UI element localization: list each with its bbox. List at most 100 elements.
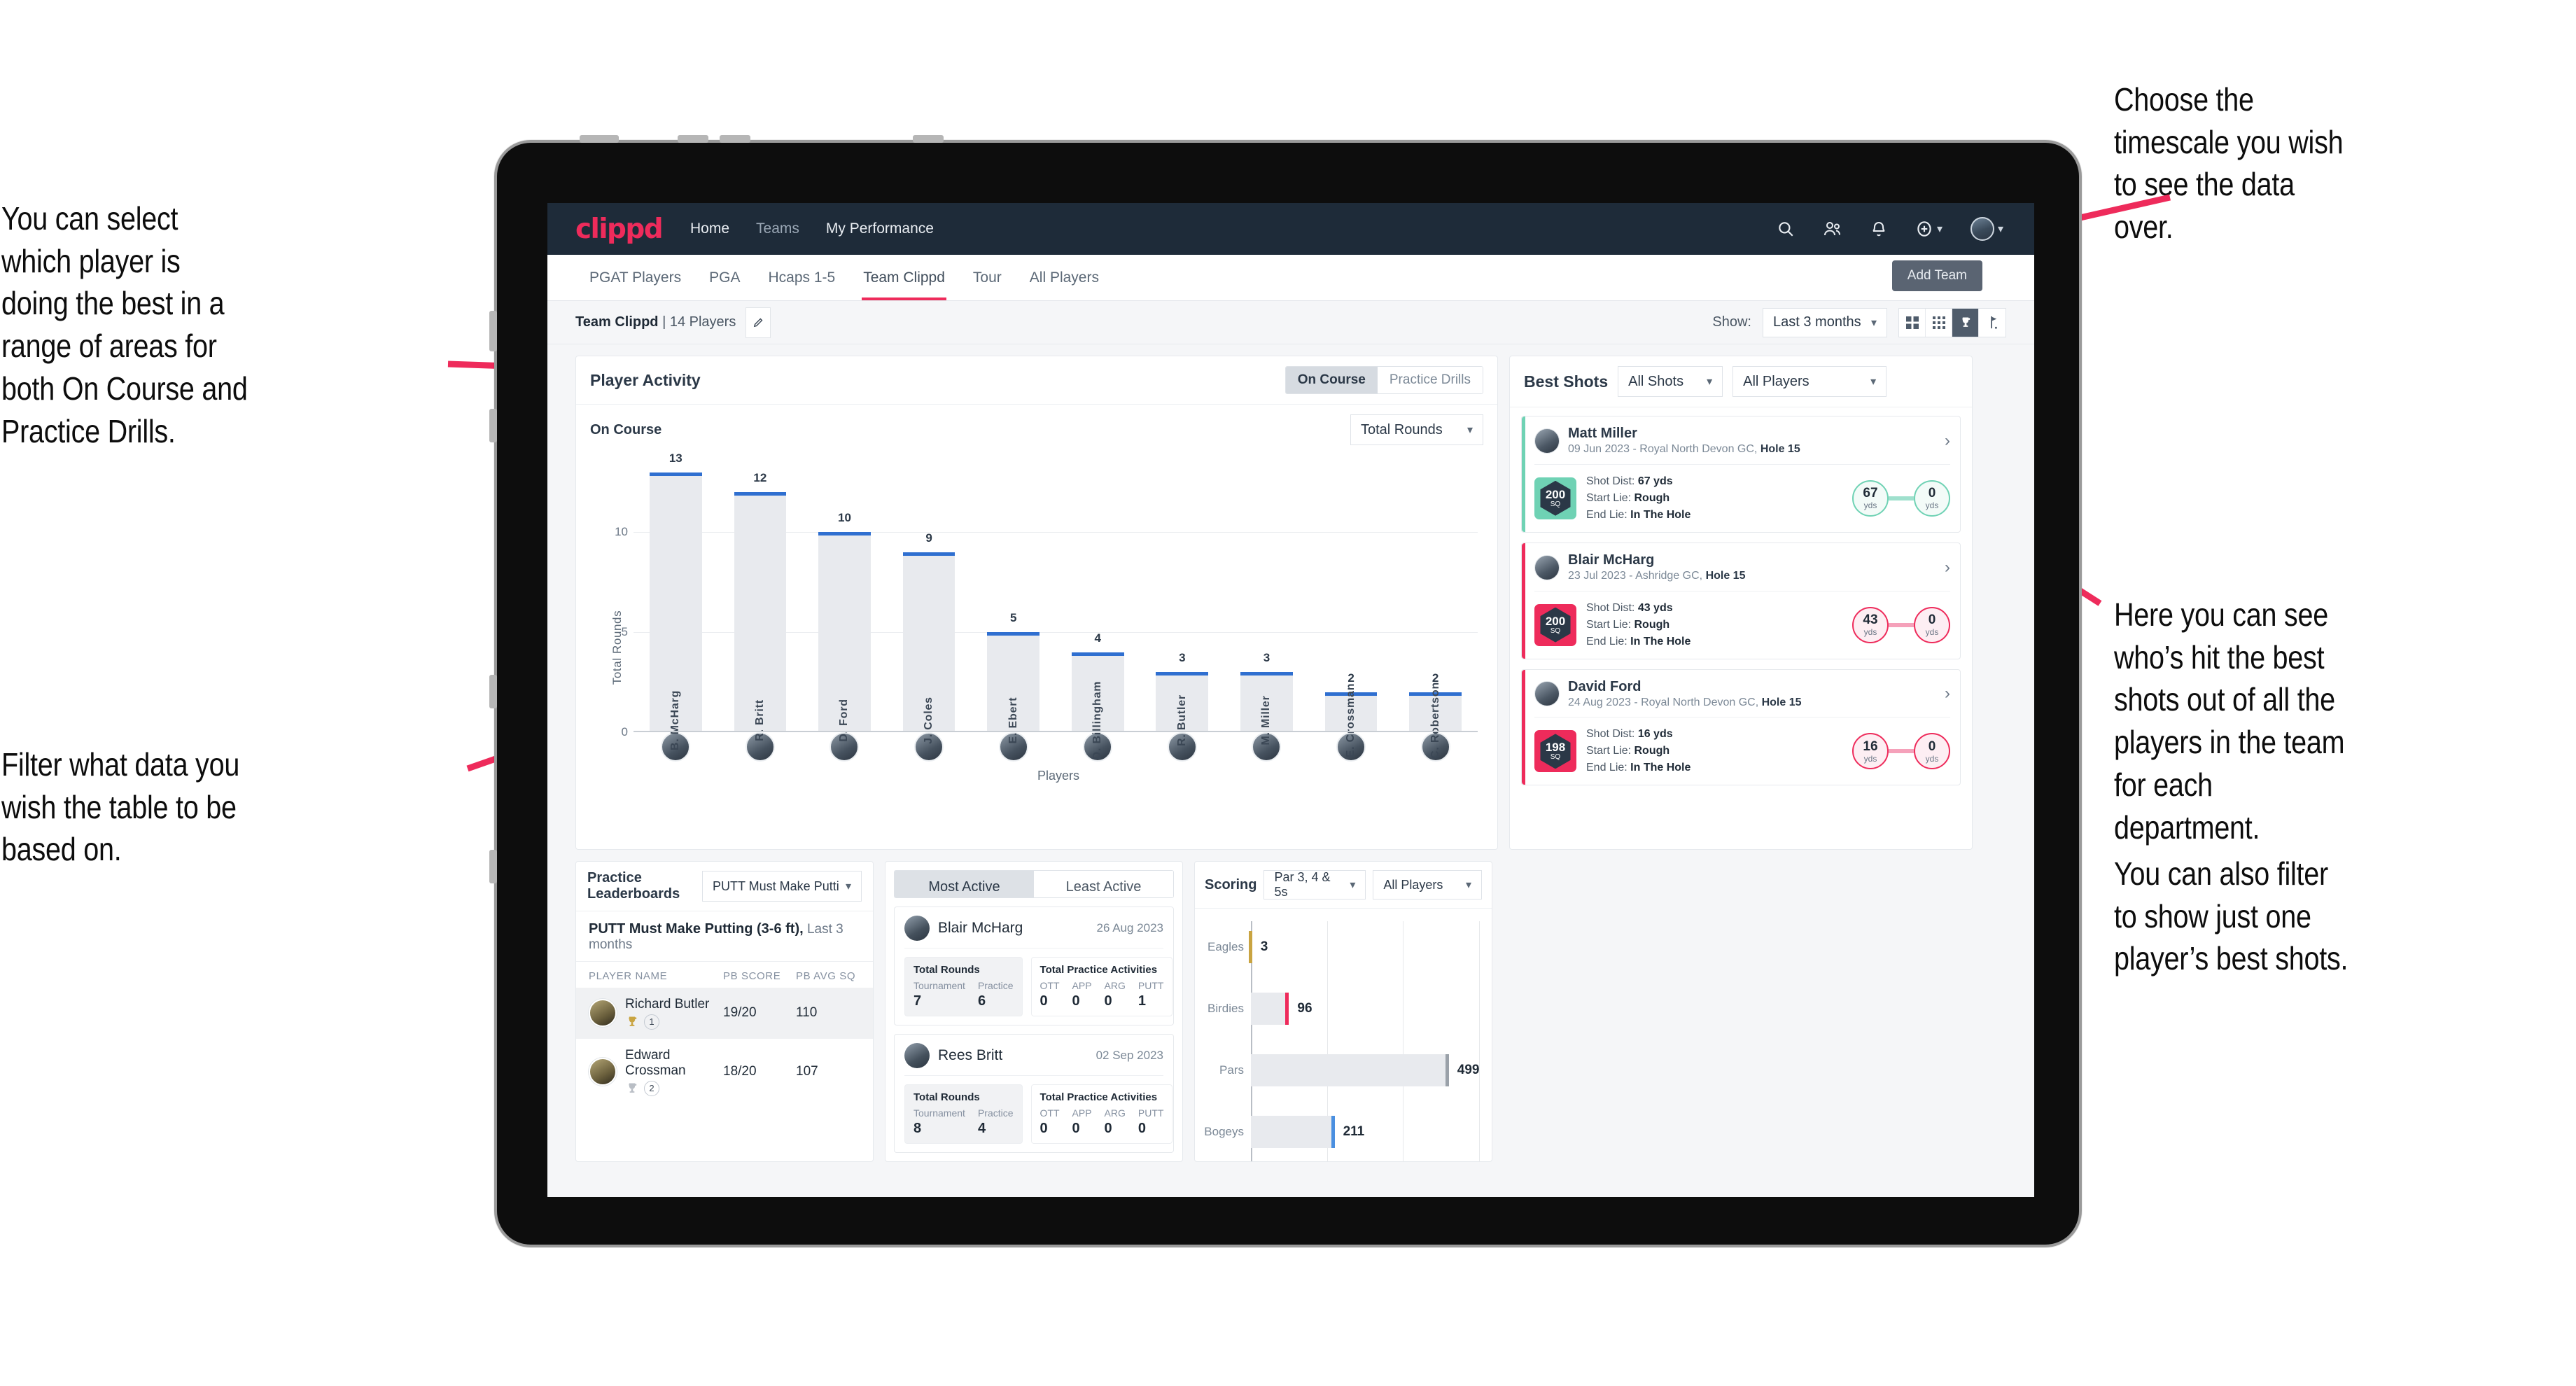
subbar-right: Show: Last 3 months ▾ [1712,307,2006,337]
avatar [1534,554,1560,580]
plus-circle-icon[interactable]: ▾ [1915,219,1942,239]
chevron-down-icon: ▾ [1466,424,1473,436]
player-name: David Ford [1568,678,1642,694]
side-button-4[interactable] [489,850,497,883]
bar-column[interactable]: 9 J. Coles [887,452,972,744]
timescale-select[interactable]: Last 3 months ▾ [1763,307,1887,337]
bar-column[interactable]: 12 R. Britt [718,452,803,741]
avatar[interactable]: ▾ [1970,217,2003,241]
shot-meta: 09 Jun 2023 - Royal North Devon GC, Hole… [1568,443,1800,455]
nav-link-my-performance[interactable]: My Performance [825,216,935,241]
nav-link-home[interactable]: Home [689,216,731,241]
end-distance-node: 0 yds [1914,479,1950,517]
shot-distance-row: Shot Dist: 67 yds [1586,475,1673,487]
tab-team-clippd[interactable]: Team Clippd [849,255,959,300]
segment-practice-drills[interactable]: Practice Drills [1377,367,1483,393]
tab-pga[interactable]: PGA [695,255,754,300]
bell-icon[interactable] [1870,220,1887,238]
grid-large-icon[interactable] [1899,308,1926,337]
volume-down-button[interactable] [720,135,750,143]
segment-on-course[interactable]: On Course [1285,367,1378,393]
bar-column[interactable]: 10 D. Ford [802,452,887,742]
metric-select[interactable]: Total Rounds ▾ [1350,414,1483,445]
tab-least-active[interactable]: Least Active [1034,871,1173,897]
drill-select[interactable]: PUTT Must Make Putting ... ▾ [702,871,862,902]
tab-tour[interactable]: Tour [959,255,1016,300]
power-button[interactable] [580,135,619,143]
side-button-1[interactable] [489,311,497,351]
chevron-right-icon[interactable]: › [1945,684,1950,704]
bar-label: D. Ford [838,699,850,742]
metric-label: Tournament [913,980,965,991]
scoring-bar-row[interactable]: Bogeys 211 [1204,1116,1364,1148]
end-distance-unit: yds [1925,627,1939,638]
start-distance-value: 16 [1863,738,1878,754]
activity-player-card[interactable]: Rees Britt 02 Sep 2023 Total Rounds Tournam… [894,1034,1174,1153]
volume-up-button[interactable] [678,135,708,143]
edit-team-button[interactable] [746,307,771,338]
bar-column[interactable]: 5 E. Ebert [971,452,1056,743]
scoring-bar-row[interactable]: Pars 499 [1219,1054,1479,1086]
best-shots-card: Best Shots All Shots ▾ All Players ▾ Mat… [1509,356,1973,850]
bar-label: R. Butler [1175,694,1188,746]
tab-all-players[interactable]: All Players [1016,255,1113,300]
player-activity-title: Player Activity [590,370,701,389]
bar-column[interactable]: 3 M. Miller [1224,452,1309,746]
tab-most-active[interactable]: Most Active [895,871,1034,897]
annotation-right-mid-2: You can also filter to show just one pla… [2114,855,2348,977]
bar-column[interactable]: 2 C. Robertson [1393,452,1478,759]
total-rounds-heading: Total Rounds [913,1091,980,1103]
shots-filter-select[interactable]: All Shots ▾ [1618,366,1723,397]
sq-unit: SQ [1550,626,1561,635]
rounds-metric: Tournament 8 [913,1107,965,1137]
activity-list: Blair McHarg 26 Aug 2023 Total Rounds Tourn… [894,898,1174,1153]
practice-leaderboards-subtitle: PUTT Must Make Putting (3-6 ft), Last 3 … [576,911,873,962]
tab-pgat-players[interactable]: PGAT Players [575,255,695,300]
best-shot-card[interactable]: Blair McHarg 23 Jul 2023 - Ashridge GC, H… [1521,542,1961,659]
table-row[interactable]: Richard Butler 1 19/20 110 [576,988,873,1039]
flag-icon[interactable] [1979,309,2005,337]
shot-quality-badge: 200 SQ [1534,477,1576,519]
best-shot-card[interactable]: David Ford 24 Aug 2023 - Royal North Devo… [1521,668,1961,786]
bar-column[interactable]: 4 D. Billingham [1056,452,1140,760]
trophy-icon[interactable] [1952,308,1979,337]
chevron-right-icon[interactable]: › [1945,431,1950,451]
side-button-2[interactable] [489,409,497,442]
best-shot-card[interactable]: Matt Miller 09 Jun 2023 - Royal North Dev… [1521,416,1961,533]
scoring-bar-row[interactable]: Eagles 3 [1208,931,1268,963]
bar-column[interactable]: 3 R. Butler [1140,452,1225,746]
scoring-players-select[interactable]: All Players ▾ [1373,870,1482,899]
rank-badge: 2 [644,1080,659,1096]
search-icon[interactable] [1777,220,1795,238]
avatar [1534,428,1560,454]
bar: C. Robertson [1409,682,1462,759]
player-cell: Richard Butler 1 [625,997,723,1030]
rounds-metrics: Tournament 7 Practice 6 [913,980,1014,1009]
view-mode-toggle [1898,307,2006,337]
bar-column[interactable]: 2 E. Crossman [1309,452,1394,757]
clippd-logo[interactable]: clippd [575,216,664,243]
tab-hcaps-1-5[interactable]: Hcaps 1-5 [754,255,849,300]
par-filter-select[interactable]: Par 3, 4 & 5s ▾ [1264,870,1366,899]
metric-label: APP [1072,1107,1092,1119]
side-button-3[interactable] [489,675,497,708]
scoring-bar-row[interactable]: Birdies 96 [1208,993,1312,1025]
metric-value: 0 [1138,1121,1146,1136]
chevron-right-icon[interactable]: › [1945,558,1950,578]
top-button-3[interactable] [913,135,944,143]
distance-diagram: 43 yds 0 yds [1852,606,1950,643]
bar-column[interactable]: 13 B. McHarg [634,451,718,750]
activity-date: 26 Aug 2023 [1096,921,1163,934]
activity-player-card[interactable]: Blair McHarg 26 Aug 2023 Total Rounds Tourn… [894,906,1174,1026]
people-icon[interactable] [1823,220,1842,238]
nav-link-teams[interactable]: Teams [755,216,801,241]
avatar [904,916,930,941]
screenshot-root: You can select which player is doing the… [0,0,2576,1386]
practice-metric: APP 0 [1072,1107,1092,1137]
players-filter-select[interactable]: All Players ▾ [1732,366,1887,397]
total-practice-box: Total Practice Activities OTT 0 APP 0 ARG 0 PUT… [1030,957,1173,1016]
avatar [589,999,617,1028]
table-row[interactable]: Edward Crossman 2 18/20 107 [576,1039,873,1105]
bar-label: M. Miller [1260,695,1273,746]
grid-small-icon[interactable] [1926,308,1952,337]
